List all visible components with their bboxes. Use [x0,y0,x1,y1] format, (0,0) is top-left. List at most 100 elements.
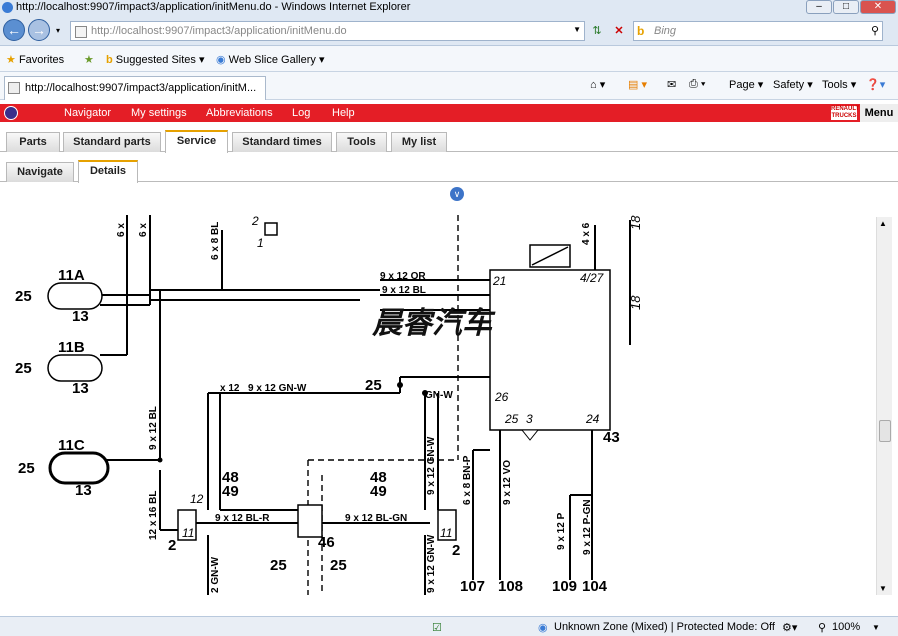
safety-menu[interactable]: Safety ▾ [773,78,813,91]
tab-standard-times[interactable]: Standard times [232,132,332,152]
zoom-icon[interactable]: ⚲ [818,621,826,634]
status-bar: ☑ ◉ Unknown Zone (Mixed) | Protected Mod… [0,616,898,636]
junction-dots [157,382,428,463]
sensor-11b-icon [47,354,103,382]
tab-favicon-icon [8,82,20,94]
label-25-c: 25 [18,460,35,477]
label-18-a: 18 [628,215,643,230]
sensor-11c-icon [48,451,110,485]
pin-4-27: 4/27 [580,271,605,285]
tab-standard-parts[interactable]: Standard parts [63,132,161,152]
address-bar[interactable]: http://localhost:9907/impact3/applicatio… [70,21,585,41]
wire-9x12-gnw-v: 9 x 12 GN-W [426,436,437,495]
print-icon[interactable]: ⎙ ▾ [689,78,705,91]
favorites-label: Favorites [18,54,65,66]
window-title: http://localhost:9907/impact3/applicatio… [16,1,411,13]
pin-3: 3 [526,412,533,426]
wire-9x12-gnw-v2: 9 x 12 GN-W [426,534,437,593]
label-18-b: 18 [628,295,643,310]
suggested-sites-link[interactable]: b Suggested Sites ▾ [106,53,204,66]
label-11c: 11C [58,437,85,454]
tools-menu[interactable]: Tools ▾ [822,78,856,91]
app-logo-icon [4,106,18,120]
tab-title: http://localhost:9907/impact3/applicatio… [25,82,257,94]
maximize-button[interactable]: □ [833,0,859,14]
page-menu[interactable]: Page ▾ [729,78,763,91]
pin-2: 2 [251,214,259,228]
add-favorite-icon[interactable]: ★ [84,53,94,66]
nav-my-settings[interactable]: My settings [131,107,187,119]
tab-parts[interactable]: Parts [6,132,60,152]
wire-x12: x 12 [220,383,240,394]
address-dropdown-icon[interactable]: ▼ [573,25,581,34]
wire-9x12-blr: 9 x 12 BL-R [215,513,270,524]
tab-navigate[interactable]: Navigate [6,162,74,182]
tab-tools[interactable]: Tools [336,132,387,152]
zoom-dropdown-icon[interactable]: ▼ [872,623,880,632]
close-window-button[interactable]: ✕ [860,0,896,14]
web-slice-icon: ◉ [216,54,226,66]
wiring-diagram: 11A 11B 11C 25 25 25 13 13 13 2 2 46 48 … [0,205,876,597]
tab-service[interactable]: Service [165,130,228,153]
search-box[interactable]: b Bing ⚲ [633,21,883,41]
tab-details[interactable]: Details [78,160,138,183]
wire-4x6: 4 x 6 [581,222,592,245]
feeds-icon[interactable]: ▤ ▾ [628,78,647,91]
sub-tabs: Navigate Details [0,152,898,183]
sensor-11a-icon [47,282,103,310]
label-49-right: 49 [370,483,387,500]
menu-button[interactable]: Menu [860,104,898,122]
label-109: 109 [552,578,577,595]
app-nav-bar: Navigator My settings Abbreviations Log … [0,104,898,122]
ie-logo-icon [2,2,13,13]
wire-9x12-vo: 9 x 12 VO [502,460,513,505]
wire-9x12-pgn: 9 x 12 P-GN [582,499,593,555]
nav-help[interactable]: Help [332,107,355,119]
stop-icon[interactable]: ✕ [611,23,627,39]
back-button[interactable]: ← [3,19,25,41]
tab-command-bar: http://localhost:9907/impact3/applicatio… [0,72,898,100]
zoom-level[interactable]: 100% [832,621,860,633]
label-13-c: 13 [75,482,92,499]
minimize-button[interactable]: – [806,0,832,14]
label-11a: 11A [58,267,85,284]
nav-log[interactable]: Log [292,107,310,119]
help-icon[interactable]: ❓▾ [866,78,885,91]
label-2-right: 2 [452,542,460,559]
collapse-toggle-icon[interactable]: ∨ [450,187,464,201]
pin-26: 26 [494,390,509,404]
nav-navigator[interactable]: Navigator [64,107,111,119]
wire-gnw: GN-W [425,390,453,401]
forward-button[interactable]: → [28,19,50,41]
web-slice-gallery-link[interactable]: ◉ Web Slice Gallery ▾ [216,53,324,66]
label-25-f: 25 [365,377,382,394]
favorites-bar: ★ Favorites ★ b Suggested Sites ▾ ◉ Web … [0,46,898,72]
home-icon[interactable]: ⌂ ▾ [590,78,605,91]
refresh-icon[interactable]: ⇅ [589,23,605,39]
browser-tab[interactable]: http://localhost:9907/impact3/applicatio… [4,76,266,100]
history-dropdown-icon[interactable]: ▾ [50,23,66,39]
wire-9x12-gnw: 9 x 12 GN-W [248,383,307,394]
scroll-up-icon[interactable]: ▲ [879,219,887,228]
control-unit-box [489,269,611,431]
pin-21: 21 [492,274,506,288]
label-104: 104 [582,578,608,595]
favorites-button[interactable]: ★ Favorites [6,53,64,66]
star-icon: ★ [6,54,16,66]
mail-icon[interactable]: ✉ [667,78,676,91]
protected-mode-icon[interactable]: ⚙▾ [782,621,797,634]
tab-my-list[interactable]: My list [391,132,447,152]
label-46: 46 [318,534,335,551]
label-11-right: 11 [440,526,452,540]
switch-box-icon [264,222,278,236]
scroll-thumb[interactable] [879,420,891,442]
label-25-d: 25 [270,557,287,574]
connector-46-icon [297,504,323,538]
diagram-scrollbar[interactable]: ▲ ▼ [876,217,892,595]
scroll-down-icon[interactable]: ▼ [879,584,887,593]
nav-abbreviations[interactable]: Abbreviations [206,107,273,119]
search-icon[interactable]: ⚲ [871,24,879,37]
pin-1: 1 [257,236,264,250]
zone-globe-icon: ◉ [538,622,548,634]
label-13-a: 13 [72,308,89,325]
